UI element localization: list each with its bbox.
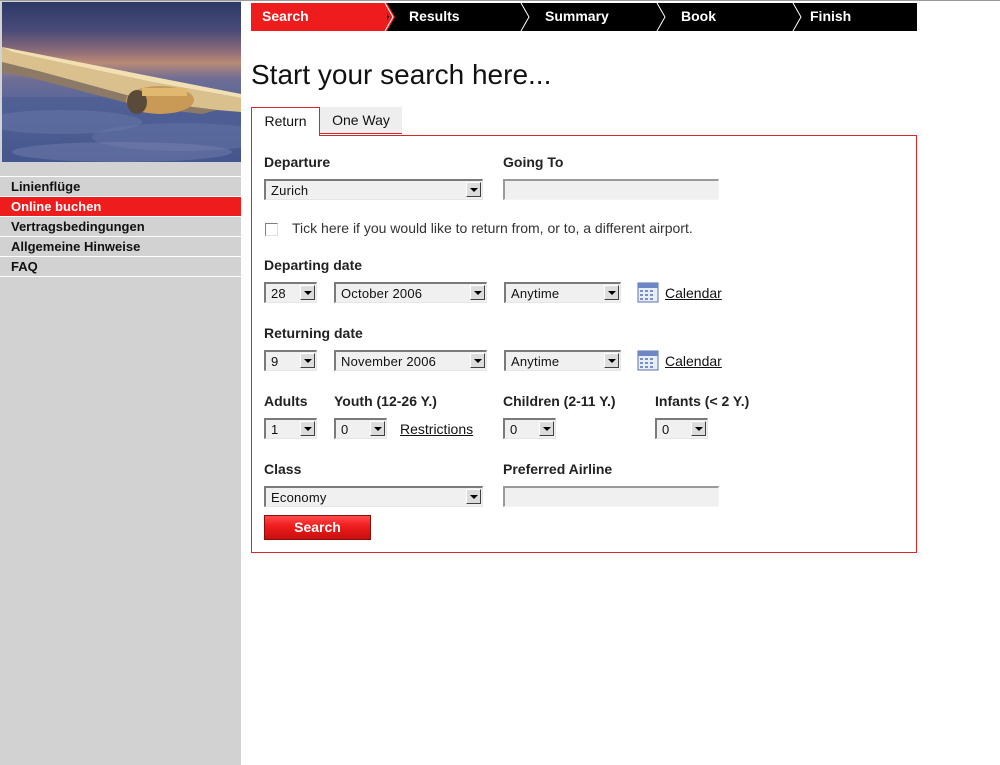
- departure-value: Zurich: [271, 183, 309, 198]
- chevron-down-icon: [691, 421, 706, 436]
- chevron-down-icon: [466, 182, 481, 197]
- children-label: Children (2-11 Y.): [503, 393, 616, 409]
- restrictions-link[interactable]: Restrictions: [400, 421, 473, 437]
- search-form-panel: Departure Zurich Going To Tick here if y…: [251, 135, 917, 553]
- chevron-down-icon: [604, 285, 619, 300]
- sidebar-item-vertragsbedingungen[interactable]: Vertragsbedingungen: [0, 216, 241, 236]
- departing-time-value: Anytime: [511, 286, 560, 301]
- step-summary: Summary: [545, 8, 609, 24]
- hero-image-airplane-wing: [2, 2, 241, 162]
- chevron-down-icon: [300, 353, 315, 368]
- class-value: Economy: [271, 490, 327, 505]
- chevron-down-icon: [370, 421, 385, 436]
- step-separator-arrow: [520, 3, 530, 31]
- step-separator-arrow: [381, 3, 395, 31]
- departing-month-select[interactable]: October 2006: [334, 282, 487, 303]
- returning-time-value: Anytime: [511, 354, 560, 369]
- chevron-down-icon: [466, 489, 481, 504]
- chevron-down-icon: [470, 285, 485, 300]
- going-to-input[interactable]: [503, 179, 719, 200]
- sidebar: Linienflüge Online buchen Vertragsbeding…: [0, 1, 241, 765]
- sidebar-item-allgemeine-hinweise[interactable]: Allgemeine Hinweise: [0, 236, 241, 256]
- children-select[interactable]: 0: [503, 418, 556, 439]
- calendar-icon[interactable]: [637, 349, 659, 371]
- adults-value: 1: [271, 422, 279, 437]
- returning-month-select[interactable]: November 2006: [334, 350, 487, 371]
- preferred-airline-label: Preferred Airline: [503, 461, 613, 477]
- infants-value: 0: [662, 422, 670, 437]
- going-to-label: Going To: [503, 154, 564, 170]
- youth-select[interactable]: 0: [334, 418, 387, 439]
- class-label: Class: [264, 461, 302, 477]
- page-title: Start your search here...: [251, 59, 552, 90]
- infants-label: Infants (< 2 Y.): [655, 393, 750, 409]
- adults-label: Adults: [264, 393, 308, 409]
- calendar-icon[interactable]: [637, 281, 659, 303]
- returning-day-value: 9: [271, 354, 279, 369]
- adults-select[interactable]: 1: [264, 418, 317, 439]
- youth-label: Youth (12-26 Y.): [334, 393, 437, 409]
- sidebar-item-faq[interactable]: FAQ: [0, 256, 241, 277]
- step-separator-arrow: [792, 3, 802, 31]
- chevron-down-icon: [300, 421, 315, 436]
- step-search: Search: [251, 3, 387, 31]
- returning-calendar-link[interactable]: Calendar: [665, 353, 722, 369]
- step-book: Book: [681, 8, 716, 24]
- departing-day-value: 28: [271, 286, 286, 301]
- step-search-label: Search: [262, 8, 309, 24]
- sidebar-item-linienfluege[interactable]: Linienflüge: [0, 176, 241, 196]
- returning-day-select[interactable]: 9: [264, 350, 317, 371]
- search-button[interactable]: Search: [264, 515, 371, 540]
- returning-month-value: November 2006: [341, 354, 437, 369]
- departing-day-select[interactable]: 28: [264, 282, 317, 303]
- chevron-down-icon: [470, 353, 485, 368]
- departing-month-value: October 2006: [341, 286, 423, 301]
- class-select[interactable]: Economy: [264, 486, 483, 507]
- infants-select[interactable]: 0: [655, 418, 708, 439]
- step-separator-arrow: [656, 3, 666, 31]
- tab-return[interactable]: Return: [251, 107, 320, 136]
- different-airport-label: Tick here if you would like to return fr…: [292, 220, 693, 236]
- youth-value: 0: [341, 422, 349, 437]
- step-finish: Finish: [810, 8, 852, 24]
- departing-calendar-link[interactable]: Calendar: [665, 285, 722, 301]
- chevron-down-icon: [539, 421, 554, 436]
- preferred-airline-input[interactable]: [503, 486, 719, 507]
- departure-select[interactable]: Zurich: [264, 179, 483, 200]
- departing-time-select[interactable]: Anytime: [504, 282, 621, 303]
- progress-steps: Search Results Summary Book Finish: [251, 3, 917, 31]
- tab-one-way[interactable]: One Way: [320, 107, 402, 134]
- departure-label: Departure: [264, 154, 331, 170]
- chevron-down-icon: [604, 353, 619, 368]
- different-airport-checkbox[interactable]: [265, 223, 278, 236]
- sidebar-item-online-buchen[interactable]: Online buchen: [0, 196, 241, 216]
- returning-time-select[interactable]: Anytime: [504, 350, 621, 371]
- step-results: Results: [409, 8, 460, 24]
- departing-date-label: Departing date: [264, 257, 363, 273]
- children-value: 0: [510, 422, 518, 437]
- returning-date-label: Returning date: [264, 325, 363, 341]
- sidebar-nav: Linienflüge Online buchen Vertragsbeding…: [0, 176, 241, 277]
- chevron-down-icon: [300, 285, 315, 300]
